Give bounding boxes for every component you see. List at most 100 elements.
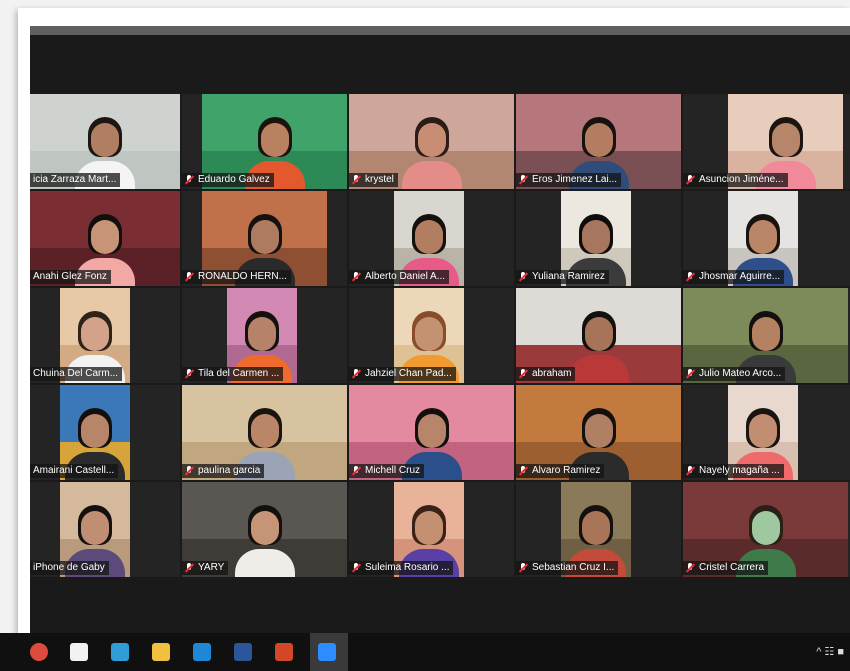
- participant-name-label: iPhone de Gaby: [30, 561, 109, 575]
- participant-name: Tila del Carmen ...: [198, 368, 280, 379]
- participant-name-label: Alvaro Ramirez: [516, 464, 605, 478]
- participant-name: paulina garcia: [198, 465, 261, 476]
- participant-tile[interactable]: Suleima Rosario ...: [349, 482, 514, 577]
- participant-name-label: Chuina Del Carm...: [30, 367, 123, 381]
- muted-mic-icon: [519, 563, 528, 573]
- participant-name: Chuina Del Carm...: [33, 368, 119, 379]
- participant-tile[interactable]: iPhone de Gaby: [30, 482, 180, 577]
- participant-name: icia Zarraza Mart...: [33, 174, 117, 185]
- participant-name-label: Eduardo Galvez: [182, 173, 274, 187]
- participant-name-label: Anahi Glez Fonz: [30, 270, 111, 284]
- participant-tile[interactable]: Chuina Del Carm...: [30, 288, 180, 383]
- participant-name: Eros Jimenez Lai...: [532, 174, 618, 185]
- participant-figure: [568, 305, 629, 383]
- muted-mic-icon: [185, 175, 194, 185]
- participant-tile[interactable]: Tila del Carmen ...: [182, 288, 347, 383]
- participant-tile[interactable]: icia Zarraza Mart...: [30, 94, 180, 189]
- muted-mic-icon: [686, 272, 695, 282]
- participant-tile[interactable]: abraham: [516, 288, 681, 383]
- participant-tile[interactable]: Amairani Castell...: [30, 385, 180, 480]
- participant-name: Jahziel Chan Pad...: [365, 368, 452, 379]
- participant-tile[interactable]: paulina garcia: [182, 385, 347, 480]
- muted-mic-icon: [352, 272, 361, 282]
- participant-tile[interactable]: Alberto Daniel A...: [349, 191, 514, 286]
- participant-name-label: Yuliana Ramirez: [516, 270, 609, 284]
- zoom-icon[interactable]: [318, 643, 336, 661]
- participant-name-label: Cristel Carrera: [683, 561, 769, 575]
- participant-name-label: RONALDO HERN...: [182, 270, 291, 284]
- participant-name-label: Asuncion Jiméne...: [683, 173, 788, 187]
- participant-name: Alberto Daniel A...: [365, 271, 446, 282]
- participant-name: Eduardo Galvez: [198, 174, 270, 185]
- zoom-gallery-window: icia Zarraza Mart... Eduardo Galvez kryste…: [30, 26, 850, 671]
- system-tray[interactable]: ^ ☷ ■: [816, 645, 844, 658]
- participant-tile[interactable]: Michell Cruz: [349, 385, 514, 480]
- participant-name: Cristel Carrera: [699, 562, 765, 573]
- participant-name-label: Suleima Rosario ...: [349, 561, 454, 575]
- muted-mic-icon: [352, 466, 361, 476]
- participant-tile[interactable]: Eduardo Galvez: [182, 94, 347, 189]
- muted-mic-icon: [185, 272, 194, 282]
- word-icon[interactable]: [234, 643, 252, 661]
- mail-icon[interactable]: [193, 643, 211, 661]
- muted-mic-icon: [352, 369, 361, 379]
- participant-name: abraham: [532, 368, 572, 379]
- participant-tile[interactable]: Jhosmar Aguirre...: [683, 191, 850, 286]
- participant-name: Anahi Glez Fonz: [33, 271, 107, 282]
- participant-tile[interactable]: Alvaro Ramirez: [516, 385, 681, 480]
- participant-tile[interactable]: krystel: [349, 94, 514, 189]
- participant-tile[interactable]: Yuliana Ramirez: [516, 191, 681, 286]
- edge-icon[interactable]: [111, 643, 129, 661]
- participant-name: Michell Cruz: [365, 465, 421, 476]
- chrome-icon[interactable]: [30, 643, 48, 661]
- participant-tile[interactable]: Jahziel Chan Pad...: [349, 288, 514, 383]
- muted-mic-icon: [519, 369, 528, 379]
- participant-figure: [234, 499, 295, 577]
- participant-name: Nayely magaña ...: [699, 465, 780, 476]
- store-icon[interactable]: [70, 643, 88, 661]
- participant-name-label: Jhosmar Aguirre...: [683, 270, 785, 284]
- powerpoint-icon[interactable]: [275, 643, 293, 661]
- participant-name: Julio Mateo Arco...: [699, 368, 782, 379]
- windows-taskbar: ^ ☷ ■: [0, 633, 850, 671]
- participant-name: RONALDO HERN...: [198, 271, 287, 282]
- participant-name-label: Michell Cruz: [349, 464, 425, 478]
- participant-tile[interactable]: Julio Mateo Arco...: [683, 288, 850, 383]
- participant-name: Sebastian Cruz I...: [532, 562, 615, 573]
- participant-tile[interactable]: Sebastian Cruz I...: [516, 482, 681, 577]
- participant-name-label: paulina garcia: [182, 464, 265, 478]
- muted-mic-icon: [352, 563, 361, 573]
- file-explorer-icon[interactable]: [152, 643, 170, 661]
- participant-tile[interactable]: Anahi Glez Fonz: [30, 191, 180, 286]
- participant-name: krystel: [365, 174, 394, 185]
- participant-name: Alvaro Ramirez: [532, 465, 601, 476]
- muted-mic-icon: [519, 175, 528, 185]
- participant-tile[interactable]: Nayely magaña ...: [683, 385, 850, 480]
- participant-name: Jhosmar Aguirre...: [699, 271, 781, 282]
- participant-tile[interactable]: Asuncion Jiméne...: [683, 94, 850, 189]
- participant-tile[interactable]: Eros Jimenez Lai...: [516, 94, 681, 189]
- participant-name-label: krystel: [349, 173, 398, 187]
- participant-name-label: icia Zarraza Mart...: [30, 173, 121, 187]
- muted-mic-icon: [185, 466, 194, 476]
- muted-mic-icon: [185, 369, 194, 379]
- participant-tile[interactable]: YARY: [182, 482, 347, 577]
- participant-name-label: Nayely magaña ...: [683, 464, 784, 478]
- participant-name-label: Eros Jimenez Lai...: [516, 173, 622, 187]
- participant-tile[interactable]: RONALDO HERN...: [182, 191, 347, 286]
- participant-tile[interactable]: Cristel Carrera: [683, 482, 850, 577]
- participant-name-label: Julio Mateo Arco...: [683, 367, 786, 381]
- participant-figure: [401, 111, 462, 189]
- participant-name: iPhone de Gaby: [33, 562, 105, 573]
- participant-name: Yuliana Ramirez: [532, 271, 605, 282]
- participant-name: Amairani Castell...: [33, 465, 115, 476]
- muted-mic-icon: [519, 272, 528, 282]
- muted-mic-icon: [686, 466, 695, 476]
- participant-name: YARY: [198, 562, 225, 573]
- muted-mic-icon: [686, 369, 695, 379]
- participant-name-label: Alberto Daniel A...: [349, 270, 450, 284]
- gallery-grid: icia Zarraza Mart... Eduardo Galvez kryste…: [30, 26, 850, 626]
- participant-name: Asuncion Jiméne...: [699, 174, 784, 185]
- muted-mic-icon: [686, 563, 695, 573]
- muted-mic-icon: [686, 175, 695, 185]
